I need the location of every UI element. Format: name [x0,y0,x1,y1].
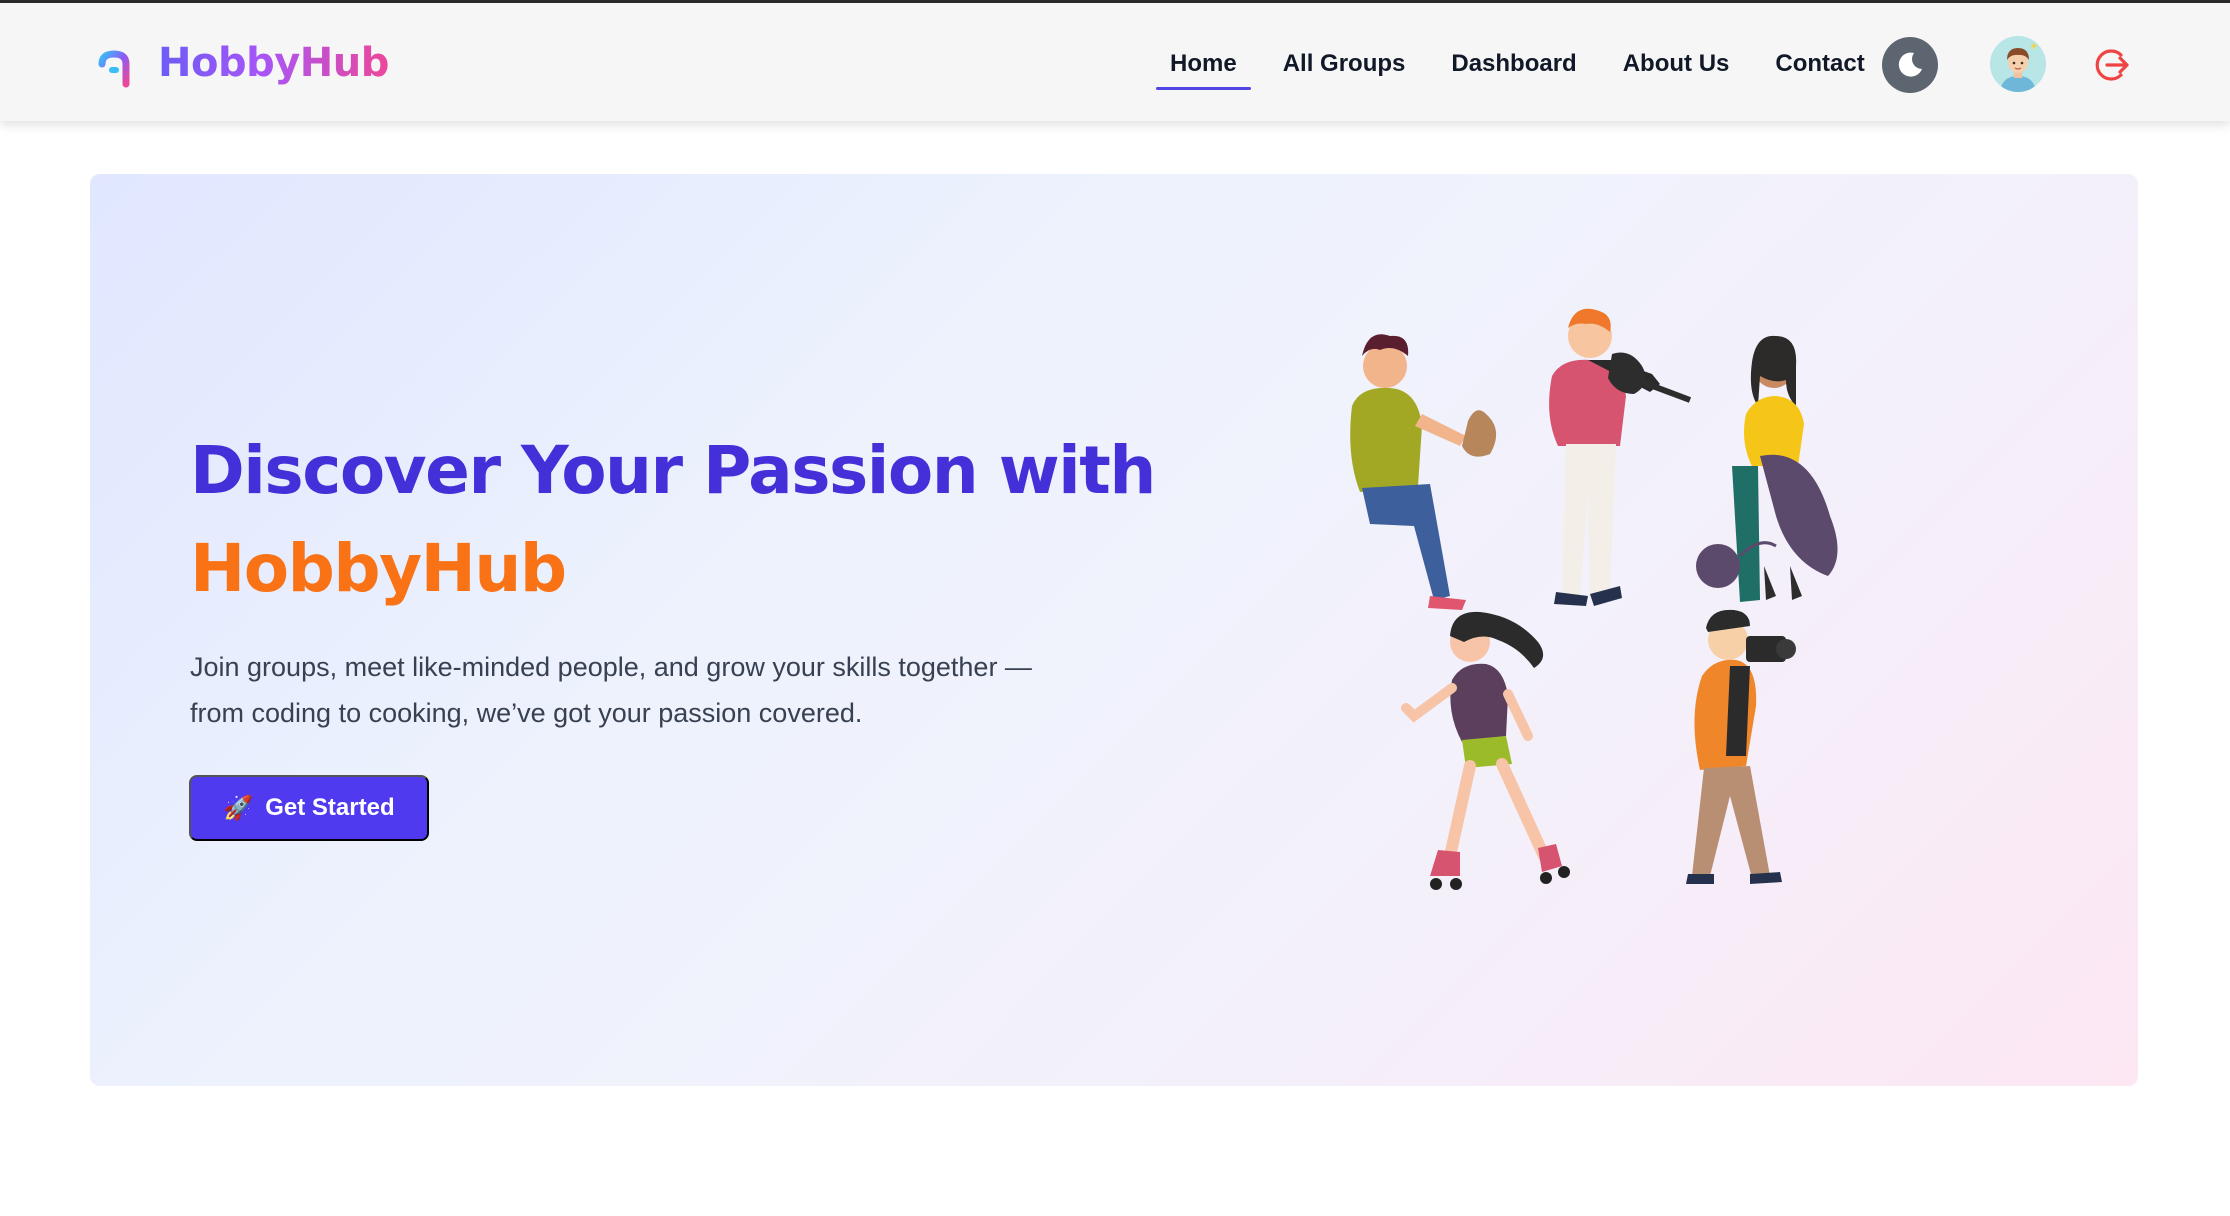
knitter-figure [1696,335,1838,602]
violinist-figure [1549,308,1692,606]
nav-item-dashboard[interactable]: Dashboard [1437,42,1590,86]
nav-item-contact[interactable]: Contact [1761,42,1878,86]
logout-icon [2095,49,2129,81]
user-avatar[interactable] [1990,36,2046,92]
get-started-label: Get Started [265,794,395,821]
photographer-figure [1686,609,1796,884]
navbar: HobbyHub Home All Groups Dashboard About… [0,3,2230,121]
hero-title: Discover Your Passion with HobbyHub [190,422,1190,618]
nav-item-about-us[interactable]: About Us [1609,42,1744,86]
nav-item-home[interactable]: Home [1156,42,1251,90]
moon-icon [1898,52,1922,77]
hero-title-line1: Discover Your Passion with [190,432,1156,509]
potter-figure [1350,334,1497,610]
hobby-people-illustration [1350,308,1838,890]
hero-description: Join groups, meet like-minded people, an… [190,652,1032,728]
logout-button[interactable] [2093,46,2131,84]
theme-toggle-button[interactable] [1882,37,1938,93]
get-started-button[interactable]: 🚀 Get Started [189,775,429,841]
hobbyhub-logo-icon [98,38,130,88]
brand-name: HobbyHub [158,40,389,86]
roller-skater-figure [1401,611,1570,890]
hero-title-highlight: HobbyHub [190,530,567,607]
nav-item-all-groups[interactable]: All Groups [1269,42,1420,86]
nav-links: Home All Groups Dashboard About Us Conta… [1156,39,1897,90]
hero-banner: Discover Your Passion with HobbyHub Join… [90,174,2138,1086]
rocket-icon: 🚀 [223,794,254,822]
avatar-icon [1990,36,2046,92]
brand-logo[interactable]: HobbyHub [94,37,389,89]
